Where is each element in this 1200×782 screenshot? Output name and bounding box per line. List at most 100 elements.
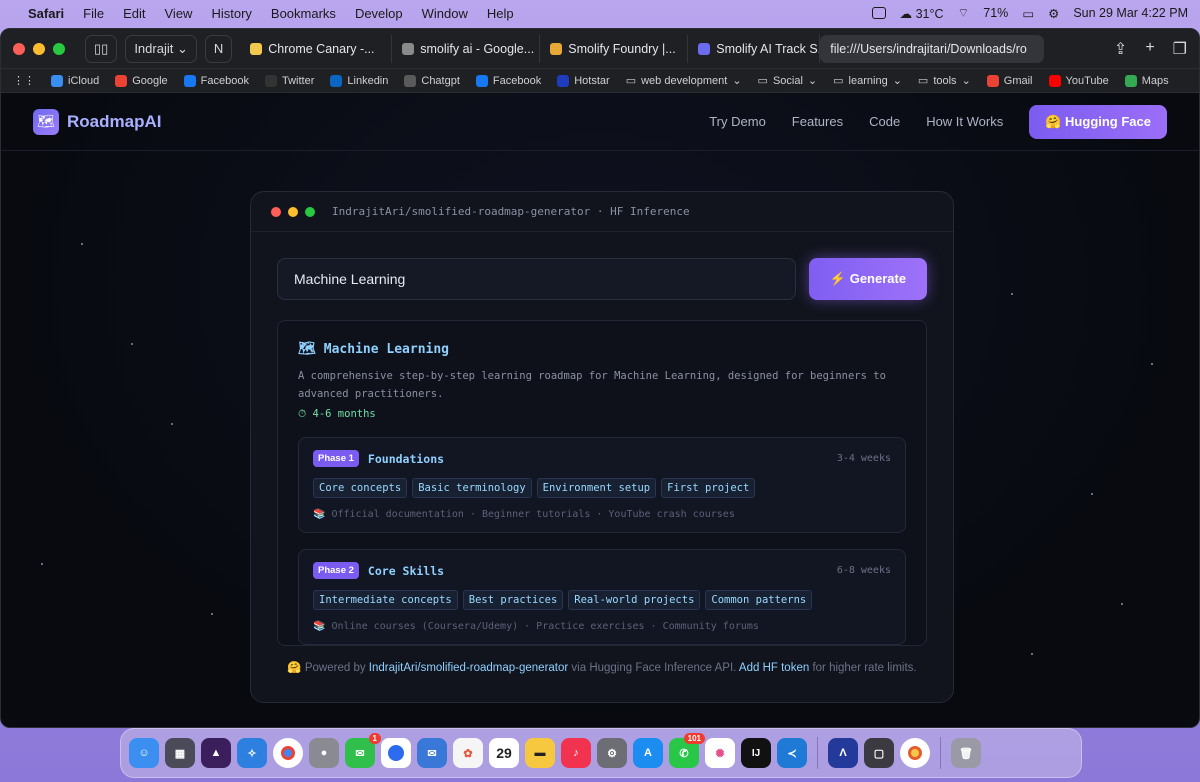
launchpad-icon[interactable]: ▦ bbox=[165, 738, 195, 768]
notion-extension-icon[interactable]: N bbox=[204, 34, 233, 63]
app-store-icon[interactable]: A bbox=[633, 738, 663, 768]
affinity-icon[interactable]: ▲ bbox=[201, 738, 231, 768]
hugging-face-button[interactable]: 🤗 Hugging Face bbox=[1029, 104, 1167, 139]
nav-code[interactable]: Code bbox=[869, 114, 900, 129]
menu-history[interactable]: History bbox=[211, 6, 251, 21]
chrome-icon[interactable] bbox=[273, 738, 303, 768]
nav-features[interactable]: Features bbox=[792, 114, 843, 129]
bookmark-youtube[interactable]: YouTube bbox=[1048, 74, 1109, 87]
skill-tag: First project bbox=[661, 478, 756, 498]
close-window-button[interactable] bbox=[13, 42, 25, 55]
vscode-icon[interactable]: ≺ bbox=[777, 738, 807, 768]
nav-how-it-works[interactable]: How It Works bbox=[926, 114, 1003, 129]
bookmark-folder-tools[interactable]: ▭ tools ⌄ bbox=[918, 74, 971, 88]
battery-icon[interactable]: ▭ bbox=[1022, 6, 1034, 21]
menu-help[interactable]: Help bbox=[487, 6, 514, 21]
tab-label: smolify ai - Google... bbox=[420, 41, 535, 56]
sidebar-toggle-icon[interactable]: ▯▯ bbox=[85, 34, 118, 63]
bookmark-facebook-2[interactable]: Facebook bbox=[475, 74, 541, 87]
star bbox=[1151, 363, 1153, 365]
wifi-icon[interactable]: ⌔ bbox=[958, 5, 970, 21]
bookmark-favicon bbox=[1124, 74, 1137, 87]
calendar-icon[interactable]: 29 bbox=[489, 738, 519, 768]
topic-input[interactable] bbox=[277, 258, 796, 300]
nav-try-demo[interactable]: Try Demo bbox=[709, 114, 766, 129]
contacts-icon[interactable]: ● bbox=[309, 738, 339, 768]
system-settings-icon[interactable]: ⚙ bbox=[597, 738, 627, 768]
menu-edit[interactable]: Edit bbox=[123, 6, 145, 21]
address-bar[interactable]: file:///Users/indrajitari/Downloads/ro bbox=[820, 34, 1045, 63]
share-icon[interactable]: ⇪ bbox=[1114, 39, 1127, 59]
trash-icon[interactable]: 🗑 bbox=[951, 738, 981, 768]
menu-develop[interactable]: Develop bbox=[355, 6, 403, 21]
tab-chrome-canary[interactable]: Chrome Canary -... bbox=[240, 34, 393, 63]
bookmark-linkedin[interactable]: Linkedin bbox=[330, 74, 388, 87]
menu-app-name[interactable]: Safari bbox=[28, 6, 64, 21]
tab-favicon bbox=[250, 42, 263, 55]
notes-icon[interactable]: ▬ bbox=[525, 738, 555, 768]
bookmark-folder-learning[interactable]: ▭ learning ⌄ bbox=[833, 74, 902, 88]
bookmark-folder-web-development[interactable]: ▭ web development ⌄ bbox=[626, 74, 742, 88]
clipboard-icon[interactable] bbox=[871, 7, 886, 19]
roadmap-duration: ⏱ 4-6 months bbox=[298, 408, 376, 420]
folder-icon: ▭ bbox=[757, 75, 768, 87]
preview-icon[interactable]: ▢ bbox=[864, 738, 894, 768]
bookmark-twitter[interactable]: Twitter bbox=[264, 74, 314, 87]
skill-tag: Environment setup bbox=[536, 478, 657, 498]
bookmark-hotstar[interactable]: Hotstar bbox=[557, 74, 610, 87]
weather-temp: 31°C bbox=[915, 6, 944, 21]
phase-resources: 📚 Official documentation · Beginner tuto… bbox=[313, 509, 735, 520]
safari-icon[interactable]: ✧ bbox=[237, 738, 267, 768]
bookmark-gmail[interactable]: Gmail bbox=[986, 74, 1033, 87]
bookmarks-grid-icon[interactable]: ⋮⋮ bbox=[13, 74, 35, 87]
bookmark-label: Hotstar bbox=[574, 74, 610, 87]
menu-window[interactable]: Window bbox=[422, 6, 468, 21]
bookmark-icloud[interactable]: iCloud bbox=[51, 74, 99, 87]
star bbox=[171, 423, 173, 425]
site-logo[interactable]: RoadmapAI bbox=[67, 112, 161, 132]
menu-view[interactable]: View bbox=[165, 6, 193, 21]
bookmarks-bar: ⋮⋮ iCloud Google Facebook Twitter Linked… bbox=[1, 69, 1199, 93]
signal-icon[interactable] bbox=[381, 738, 411, 768]
finder-icon[interactable]: ☺ bbox=[129, 738, 159, 768]
battery-percent[interactable]: 71% bbox=[983, 6, 1008, 20]
tab-label: Chrome Canary -... bbox=[268, 41, 375, 56]
bookmark-google[interactable]: Google bbox=[115, 74, 168, 87]
new-tab-icon[interactable]: + bbox=[1145, 39, 1154, 59]
minimize-window-button[interactable] bbox=[33, 42, 45, 55]
zoom-window-button[interactable] bbox=[53, 42, 65, 55]
powered-by-suffix: for higher rate limits. bbox=[812, 662, 917, 674]
pinwheel-icon[interactable]: ✺ bbox=[705, 738, 735, 768]
tab-smolify-foundry[interactable]: Smolify Foundry |... bbox=[540, 34, 689, 63]
profile-button[interactable]: Indrajit ⌄ bbox=[125, 34, 197, 63]
menu-bookmarks[interactable]: Bookmarks bbox=[271, 6, 336, 21]
phase-duration: 3-4 weeks bbox=[836, 453, 891, 464]
datetime[interactable]: Sun 29 Mar 4:22 PM bbox=[1073, 6, 1188, 20]
bookmark-folder-social[interactable]: ▭ Social ⌄ bbox=[757, 74, 818, 88]
weather-status[interactable]: ☁ 31°C bbox=[900, 6, 944, 21]
skill-tag: Common patterns bbox=[705, 590, 813, 610]
mail-icon[interactable]: ✉ bbox=[417, 738, 447, 768]
bookmark-maps[interactable]: Maps bbox=[1124, 74, 1169, 87]
bookmark-facebook[interactable]: Facebook bbox=[183, 74, 249, 87]
tab-smolify-track[interactable]: Smolify AI Track S... bbox=[688, 34, 821, 63]
music-icon[interactable]: ♪ bbox=[561, 738, 591, 768]
tab-smolify-google[interactable]: smolify ai - Google... bbox=[392, 34, 541, 63]
roadmap-logo-icon[interactable]: 🗺 bbox=[33, 108, 59, 135]
control-center-icon[interactable]: ⚙ bbox=[1048, 6, 1059, 21]
add-token-link[interactable]: Add HF token bbox=[739, 662, 809, 674]
chrome-canary-icon[interactable] bbox=[900, 738, 930, 768]
model-link[interactable]: IndrajitAri/smolified-roadmap-generator bbox=[369, 662, 568, 674]
phase-resources: 📚 Online courses (Coursera/Udemy) · Prac… bbox=[313, 621, 759, 632]
photos-icon[interactable]: ✿ bbox=[453, 738, 483, 768]
arc-icon[interactable]: Λ bbox=[828, 738, 858, 768]
messages-icon[interactable]: ✉ 1 bbox=[345, 733, 381, 768]
menu-file[interactable]: File bbox=[83, 6, 104, 21]
tab-overview-icon[interactable]: ❐ bbox=[1173, 39, 1187, 59]
macos-dock: ☺ ▦ ▲ ✧ ● ✉ 1 ✉ ✿ 29 ▬ ♪ ⚙ A ✆ 101 ✺ IJ ≺ … bbox=[120, 728, 1082, 778]
bookmark-chatgpt[interactable]: Chatgpt bbox=[404, 74, 460, 87]
generate-button[interactable]: ⚡ Generate bbox=[809, 258, 927, 300]
bookmark-label: Chatgpt bbox=[421, 74, 460, 87]
whatsapp-icon[interactable]: ✆ 101 bbox=[669, 733, 705, 768]
intellij-icon[interactable]: IJ bbox=[741, 738, 771, 768]
